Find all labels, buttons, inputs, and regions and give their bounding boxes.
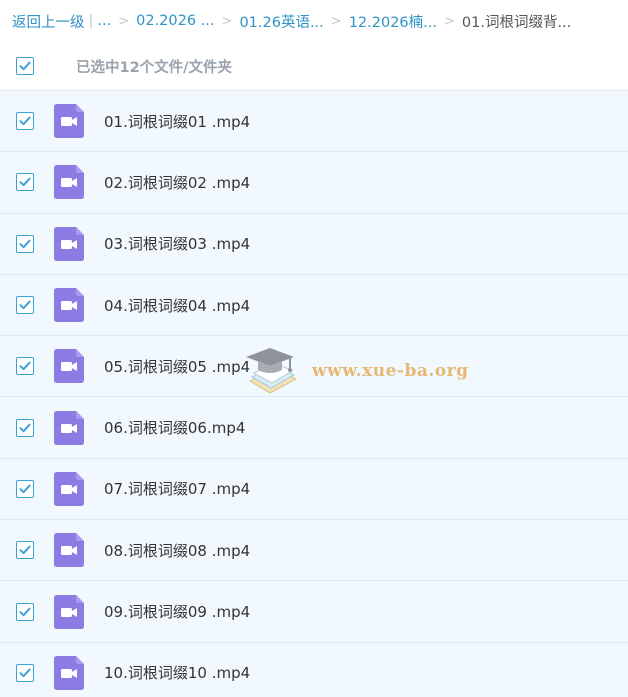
- file-name[interactable]: 06.词根词缀06.mp4: [104, 417, 245, 438]
- breadcrumb-ellipsis[interactable]: ...: [97, 13, 111, 29]
- file-row[interactable]: 08.词根词缀08 .mp4: [0, 519, 628, 581]
- file-checkbox[interactable]: [16, 479, 34, 498]
- file-checkbox[interactable]: [16, 602, 34, 621]
- video-file-icon: [54, 533, 84, 568]
- file-row[interactable]: 05.词根词缀05 .mp4: [0, 335, 628, 397]
- file-row[interactable]: 06.词根词缀06.mp4: [0, 396, 628, 458]
- check-icon: [19, 423, 31, 432]
- selection-summary: 已选中12个文件/文件夹: [76, 59, 232, 76]
- file-checkbox[interactable]: [16, 541, 34, 560]
- check-icon: [19, 300, 31, 310]
- chevron-right-icon: >: [330, 13, 342, 29]
- file-name[interactable]: 02.词根词缀02 .mp4: [104, 172, 250, 193]
- file-name[interactable]: 04.词根词缀04 .mp4: [104, 295, 250, 316]
- check-icon: [19, 484, 31, 494]
- check-icon: [19, 61, 31, 71]
- file-name[interactable]: 10.词根词缀10 .mp4: [104, 662, 250, 683]
- video-file-icon: [54, 655, 84, 690]
- check-icon: [19, 607, 31, 616]
- check-icon: [19, 361, 31, 371]
- check-icon: [19, 178, 31, 187]
- file-row[interactable]: 10.词根词缀10 .mp4: [0, 641, 628, 697]
- breadcrumb-item[interactable]: 01.26英语...: [239, 11, 323, 32]
- file-name[interactable]: 05.词根词缀05 .mp4: [104, 356, 250, 377]
- file-row[interactable]: 03.词根词缀03 .mp4: [0, 212, 628, 274]
- breadcrumb: 返回上一级 | ... > 02.2026 ... > 01.26英语... >…: [0, 0, 628, 42]
- video-file-icon: [54, 288, 84, 323]
- file-checkbox[interactable]: [16, 418, 34, 437]
- file-checkbox[interactable]: [16, 112, 34, 131]
- file-name[interactable]: 03.词根词缀03 .mp4: [104, 233, 250, 254]
- chevron-right-icon: >: [118, 13, 130, 29]
- breadcrumb-divider: |: [88, 13, 94, 29]
- file-checkbox[interactable]: [16, 663, 34, 682]
- video-file-icon: [54, 349, 84, 384]
- video-file-icon: [54, 226, 84, 261]
- file-checkbox[interactable]: [16, 234, 34, 253]
- back-link[interactable]: 返回上一级: [12, 11, 85, 32]
- file-checkbox[interactable]: [16, 357, 34, 376]
- file-row[interactable]: 09.词根词缀09 .mp4: [0, 580, 628, 642]
- file-row[interactable]: 01.词根词缀01 .mp4: [0, 90, 628, 152]
- video-file-icon: [54, 471, 84, 506]
- file-name[interactable]: 01.词根词缀01 .mp4: [104, 111, 250, 132]
- select-all-checkbox[interactable]: [16, 57, 34, 75]
- file-row[interactable]: 07.词根词缀07 .mp4: [0, 457, 628, 520]
- chevron-right-icon: >: [221, 13, 233, 29]
- check-icon: [19, 545, 31, 555]
- file-name[interactable]: 09.词根词缀09 .mp4: [104, 601, 250, 622]
- breadcrumb-item[interactable]: 12.2026楠...: [349, 11, 437, 32]
- selection-header: 已选中12个文件/文件夹: [0, 42, 628, 90]
- file-name[interactable]: 08.词根词缀08 .mp4: [104, 540, 250, 561]
- file-name[interactable]: 07.词根词缀07 .mp4: [104, 478, 250, 499]
- check-icon: [19, 239, 31, 248]
- check-icon: [19, 668, 31, 678]
- file-checkbox[interactable]: [16, 296, 34, 315]
- video-file-icon: [54, 104, 84, 139]
- file-row[interactable]: 04.词根词缀04 .mp4: [0, 273, 628, 336]
- file-checkbox[interactable]: [16, 173, 34, 192]
- chevron-right-icon: >: [443, 13, 455, 29]
- file-list: 01.词根词缀01 .mp4 02.词根词缀02 .mp4 03.词根词缀03 .m…: [0, 90, 628, 697]
- check-icon: [19, 116, 31, 126]
- breadcrumb-item[interactable]: 02.2026 ...: [136, 13, 214, 29]
- breadcrumb-current: 01.词根词缀背...: [461, 14, 572, 31]
- file-row[interactable]: 02.词根词缀02 .mp4: [0, 151, 628, 213]
- video-file-icon: [54, 410, 84, 445]
- video-file-icon: [54, 594, 84, 629]
- video-file-icon: [54, 165, 84, 200]
